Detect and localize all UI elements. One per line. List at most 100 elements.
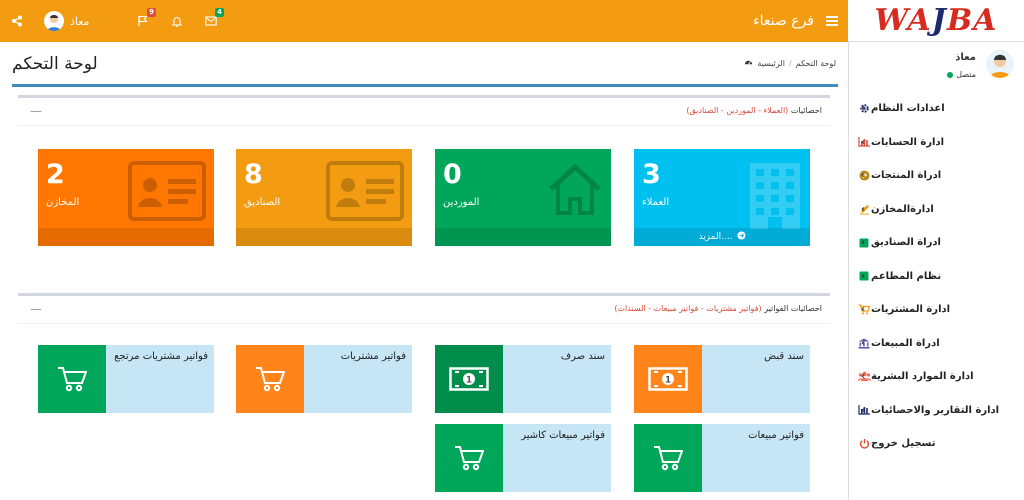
invoices-box: احصائيات الفواتير (فواتير مشتريات - فوات…: [18, 293, 830, 500]
avatar: [44, 11, 64, 31]
sidebar-menu: اعدادات النظام ‹ ادارة الحسابات ‹ P ادراة الم…: [849, 92, 1024, 461]
stat-value: 2: [46, 159, 65, 190]
stat-label: الصناديق: [244, 197, 281, 208]
bell-icon[interactable]: [160, 0, 194, 42]
stats-box: احصائيات (العملاء - الموردين - الصناديق)…: [18, 95, 830, 278]
sidebar-toggle-icon[interactable]: [826, 16, 838, 26]
branch-name: فرع صنعاء: [753, 13, 814, 29]
branch-header: فرع صنعاء: [753, 0, 838, 42]
invoice-box[interactable]: 1 سند صرف: [435, 345, 611, 413]
sidebar-item-label: ادارةالمخازن: [871, 203, 934, 215]
chevron-left-icon: ‹: [861, 304, 866, 315]
invoice-label: فواتير مبيعات: [748, 430, 804, 441]
stat-box[interactable]: 2 المخازن: [38, 149, 214, 246]
sidebar-user-name: معاذ: [955, 52, 976, 63]
breadcrumb: لوحة التحكم / الرئيسية: [744, 58, 836, 69]
sidebar-item[interactable]: ادراة الصناديق ‹: [849, 226, 1024, 260]
chevron-left-icon: ‹: [861, 103, 866, 114]
invoice-label: فواتير مشتريات: [340, 351, 406, 362]
stats-box-title: احصائيات (العملاء - الموردين - الصناديق): [686, 106, 822, 115]
messages-badge: 4: [215, 8, 224, 17]
logo[interactable]: WAJBA: [848, 0, 1024, 42]
stat-value: 8: [244, 159, 263, 190]
chevron-left-icon: ‹: [861, 404, 866, 416]
stat-footer[interactable]: [38, 228, 214, 246]
invoice-box[interactable]: فواتير مشتريات مرتجع: [38, 345, 214, 413]
stat-box[interactable]: 0 الموردين: [435, 149, 611, 246]
sidebar-item[interactable]: P ادراة المنتجات ‹: [849, 159, 1024, 193]
sidebar-item-label: ادراة المنتجات: [871, 170, 942, 182]
sidebar-item[interactable]: ادراة المبيعات ‹: [849, 327, 1024, 361]
invoices-box-title: احصائيات الفواتير (فواتير مشتريات - فوات…: [614, 304, 822, 313]
sidebar-item-label: ادراة الصناديق: [871, 237, 941, 249]
chevron-left-icon: ‹: [861, 170, 866, 181]
sidebar-item[interactable]: تسجيل خروج: [849, 427, 1024, 461]
sidebar-item-label: ادارة الموارد البشرية: [871, 371, 974, 383]
id-card-icon: [128, 161, 206, 224]
invoice-box[interactable]: 1 سند قبض: [634, 345, 810, 413]
cart-icon: [38, 345, 106, 413]
user-menu[interactable]: معاذ: [44, 11, 104, 31]
dashboard-icon: [744, 58, 753, 69]
sidebar-item-label: ادارة المشتريات: [871, 304, 951, 316]
tasks-badge: 9: [147, 8, 156, 17]
sidebar-item[interactable]: ادارةالمخازن ‹: [849, 193, 1024, 227]
stat-value: 0: [443, 159, 462, 190]
envelope-icon[interactable]: 4: [194, 0, 228, 42]
sidebar-item[interactable]: ادارة المشتريات ‹: [849, 293, 1024, 327]
svg-text:1: 1: [466, 376, 472, 386]
collapse-icon[interactable]: —: [30, 104, 42, 118]
sidebar-item[interactable]: نظام المطاعم ‹: [849, 260, 1024, 294]
sidebar-item-label: نظام المطاعم: [871, 270, 942, 282]
home-icon: [547, 161, 603, 220]
sidebar-item-label: اعدادات النظام: [871, 103, 945, 115]
user-name: معاذ: [70, 14, 90, 28]
collapse-icon[interactable]: —: [30, 302, 42, 316]
stat-label: المخازن: [46, 197, 80, 208]
avatar: [986, 50, 1014, 78]
stat-footer[interactable]: [236, 228, 412, 246]
navbar-left-icons: معاذ 9 4: [0, 0, 228, 42]
invoice-box[interactable]: فواتير مشتريات: [236, 345, 412, 413]
cart-icon: [634, 424, 702, 492]
arrow-circle-icon: [736, 231, 746, 243]
chevron-left-icon: ‹: [861, 337, 866, 349]
notifications-badge: [182, 10, 188, 16]
more-info-link[interactable]: المزيد....: [634, 228, 810, 246]
cart-icon: [435, 424, 503, 492]
cart-icon: [236, 345, 304, 413]
invoice-label: فواتير مشتريات مرتجع: [114, 351, 208, 362]
chevron-left-icon: ‹: [861, 136, 866, 148]
invoice-box[interactable]: فواتير مبيعات كاشير: [435, 424, 611, 492]
sidebar-item-label: ادارة التقارير والاحصائيات: [871, 404, 1000, 416]
sidebar-item[interactable]: ادارة الحسابات ‹: [849, 126, 1024, 160]
share-icon[interactable]: [0, 0, 34, 42]
stat-box[interactable]: 3 العملاء المزيد....: [634, 149, 810, 246]
money-icon: 1: [634, 345, 702, 413]
invoice-box[interactable]: فواتير مبيعات: [634, 424, 810, 492]
stat-footer[interactable]: [435, 228, 611, 246]
stat-label: الموردين: [443, 197, 480, 208]
sidebar-item-label: ادارة الحسابات: [871, 136, 945, 148]
page-title: لوحة التحكم: [12, 54, 98, 74]
sidebar-item-label: تسجيل خروج: [871, 438, 936, 450]
invoices-box-header: احصائيات الفواتير (فواتير مشتريات - فوات…: [18, 296, 830, 324]
flag-icon[interactable]: 9: [126, 0, 160, 42]
sidebar-item[interactable]: ادارة التقارير والاحصائيات ‹: [849, 394, 1024, 428]
top-navbar: معاذ 9 4 فرع صنعاء WAJBA: [0, 0, 1024, 42]
chevron-left-icon: ‹: [861, 371, 866, 382]
sidebar-item-label: ادراة المبيعات: [871, 337, 940, 349]
sidebar-item[interactable]: ادارة الموارد البشرية ‹: [849, 360, 1024, 394]
invoice-label: سند صرف: [560, 351, 605, 362]
breadcrumb-current: لوحة التحكم: [795, 59, 836, 68]
stat-value: 3: [642, 159, 661, 190]
header-divider: [12, 84, 838, 87]
stat-box[interactable]: 8 الصناديق: [236, 149, 412, 246]
sidebar-item[interactable]: اعدادات النظام ‹: [849, 92, 1024, 126]
user-status: متصل: [947, 70, 976, 79]
sidebar: معاذ متصل اعدادات النظام ‹ ادارة الحسابات ‹…: [848, 42, 1024, 500]
page-header: لوحة التحكم لوحة التحكم / الرئيسية: [0, 42, 848, 87]
breadcrumb-home[interactable]: الرئيسية: [757, 59, 785, 68]
invoice-label: سند قبض: [764, 351, 804, 362]
power-icon: [857, 437, 871, 451]
